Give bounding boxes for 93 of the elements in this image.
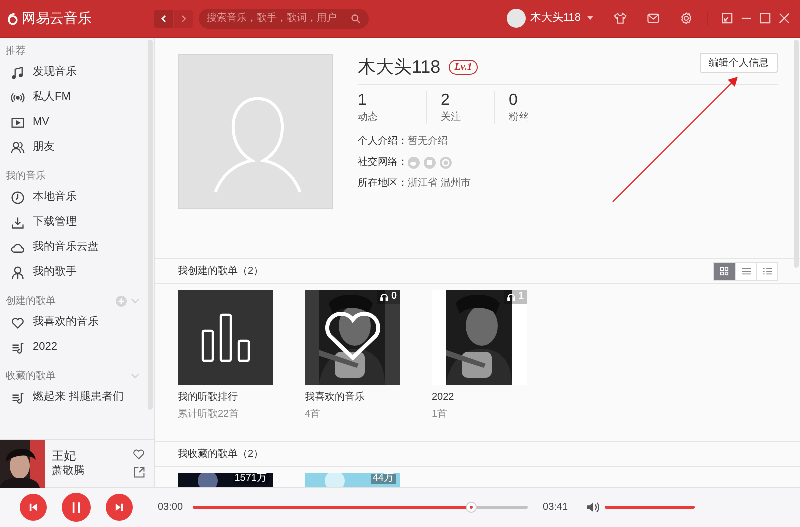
download-icon <box>11 216 25 230</box>
volume-icon[interactable] <box>586 502 600 513</box>
mini-mode-icon[interactable] <box>722 13 733 24</box>
song-title: 王妃 <box>52 448 77 464</box>
grid-icon <box>720 266 729 276</box>
play-count: 1 <box>518 292 524 302</box>
pause-icon <box>72 502 81 514</box>
list-icon <box>742 266 750 276</box>
stat-count[interactable]: 2 <box>441 91 494 111</box>
section-heading: 创建的歌单 <box>6 294 57 308</box>
section-title: 我创建的歌单（2） <box>178 264 265 278</box>
playlist-icon <box>11 390 25 404</box>
info-label: 所在地区： <box>358 176 408 191</box>
sidebar-item[interactable]: 燃起来 抖腿患者们 <box>0 385 146 410</box>
music-note-icon <box>11 66 25 80</box>
video-icon <box>11 116 25 130</box>
playlist-title[interactable]: 我喜欢的音乐 <box>305 390 400 405</box>
playlist-title[interactable]: 我的听歌排行 <box>178 390 273 405</box>
playlist-subtitle: 累计听歌22首 <box>178 408 240 422</box>
stat-label[interactable]: 关注 <box>441 111 494 124</box>
section-heading: 推荐 <box>6 44 27 58</box>
headphones-icon <box>380 292 390 302</box>
volume-track[interactable] <box>605 506 696 509</box>
info-value: 暂无介绍 <box>408 134 448 149</box>
heart-icon <box>323 312 383 362</box>
next-icon <box>115 503 124 512</box>
headphones-icon <box>507 292 516 302</box>
artist-name[interactable]: 萧敬腾 <box>52 464 133 479</box>
sidebar-item[interactable]: 2022 <box>0 335 146 360</box>
playlist-icon <box>11 340 25 354</box>
elapsed-time: 03:00 <box>158 501 184 515</box>
back-button[interactable] <box>154 10 173 28</box>
logo-icon <box>6 12 20 26</box>
view-toggle[interactable] <box>756 262 777 280</box>
sidebar-item[interactable]: 我的音乐云盘 <box>0 235 146 260</box>
sidebar-item[interactable]: 私人FM <box>0 85 146 110</box>
sidebar-item[interactable]: 本地音乐 <box>0 185 146 210</box>
mail-icon[interactable] <box>647 12 660 25</box>
section-heading: 收藏的歌单 <box>6 370 57 384</box>
playlist-title[interactable]: 2022 <box>432 390 527 405</box>
previous-button[interactable] <box>20 494 47 521</box>
section-title: 我收藏的歌单（2） <box>178 448 265 462</box>
heart-icon <box>11 316 25 330</box>
view-toggle[interactable] <box>735 262 756 280</box>
search-field[interactable]: 搜索音乐，歌手，歌词，用户 <box>199 8 369 28</box>
avatar[interactable] <box>507 9 526 28</box>
view-toggle[interactable] <box>714 262 735 280</box>
sidebar-item[interactable]: 朋友 <box>0 135 146 160</box>
play-count: 1571万 <box>232 474 269 484</box>
profile-name: 木大头118 <box>358 56 441 78</box>
clock-icon <box>11 190 25 204</box>
user-name[interactable]: 木大头118 <box>530 10 581 27</box>
singer-icon <box>11 266 25 280</box>
stat-count[interactable]: 0 <box>509 91 562 111</box>
maximize-icon[interactable] <box>760 13 771 24</box>
settings-icon[interactable] <box>680 12 693 25</box>
ranking-cover[interactable] <box>178 290 273 385</box>
play-count: 44万 <box>370 474 396 484</box>
playlist-subtitle: 4首 <box>305 408 322 422</box>
playlist-subtitle: 1首 <box>432 408 449 422</box>
detail-list-icon <box>762 266 772 276</box>
previous-icon <box>29 503 38 512</box>
forward-icon <box>180 14 186 22</box>
heart-icon[interactable] <box>133 449 145 460</box>
back-icon <box>160 14 166 22</box>
shirt-icon[interactable] <box>614 12 627 25</box>
bar-chart-icon <box>200 312 250 362</box>
pause-button[interactable] <box>62 493 91 522</box>
sidebar-item[interactable]: 下载管理 <box>0 210 146 235</box>
stat-label[interactable]: 粉丝 <box>509 111 562 124</box>
info-value: 浙江省 温州市 <box>408 176 471 191</box>
next-button[interactable] <box>106 494 133 521</box>
sidebar-item[interactable]: 发现音乐 <box>0 60 146 85</box>
progress-handle[interactable] <box>466 502 478 513</box>
level-label: Lv.1 <box>448 60 478 74</box>
stat-count[interactable]: 1 <box>358 91 426 111</box>
info-label: 个人介绍： <box>358 135 408 149</box>
close-icon[interactable] <box>779 13 790 24</box>
edit-profile-button[interactable]: 编辑个人信息 <box>700 53 778 73</box>
section-heading: 我的音乐 <box>6 170 47 184</box>
sidebar-item[interactable]: 我喜欢的音乐 <box>0 310 146 335</box>
app-logo: 网易云音乐 <box>22 9 92 28</box>
friends-icon <box>11 140 25 154</box>
play-count: 0 <box>391 292 397 302</box>
share-icon[interactable] <box>134 467 144 478</box>
info-label: 社交网络： <box>358 156 408 170</box>
search-icon <box>351 14 361 24</box>
sidebar-item[interactable]: 我的歌手 <box>0 260 146 285</box>
total-time: 03:41 <box>543 501 568 515</box>
stat-label[interactable]: 动态 <box>358 111 426 124</box>
radio-icon <box>11 90 25 104</box>
sidebar-item[interactable]: MV <box>0 110 146 135</box>
caret-icon[interactable] <box>587 16 594 21</box>
